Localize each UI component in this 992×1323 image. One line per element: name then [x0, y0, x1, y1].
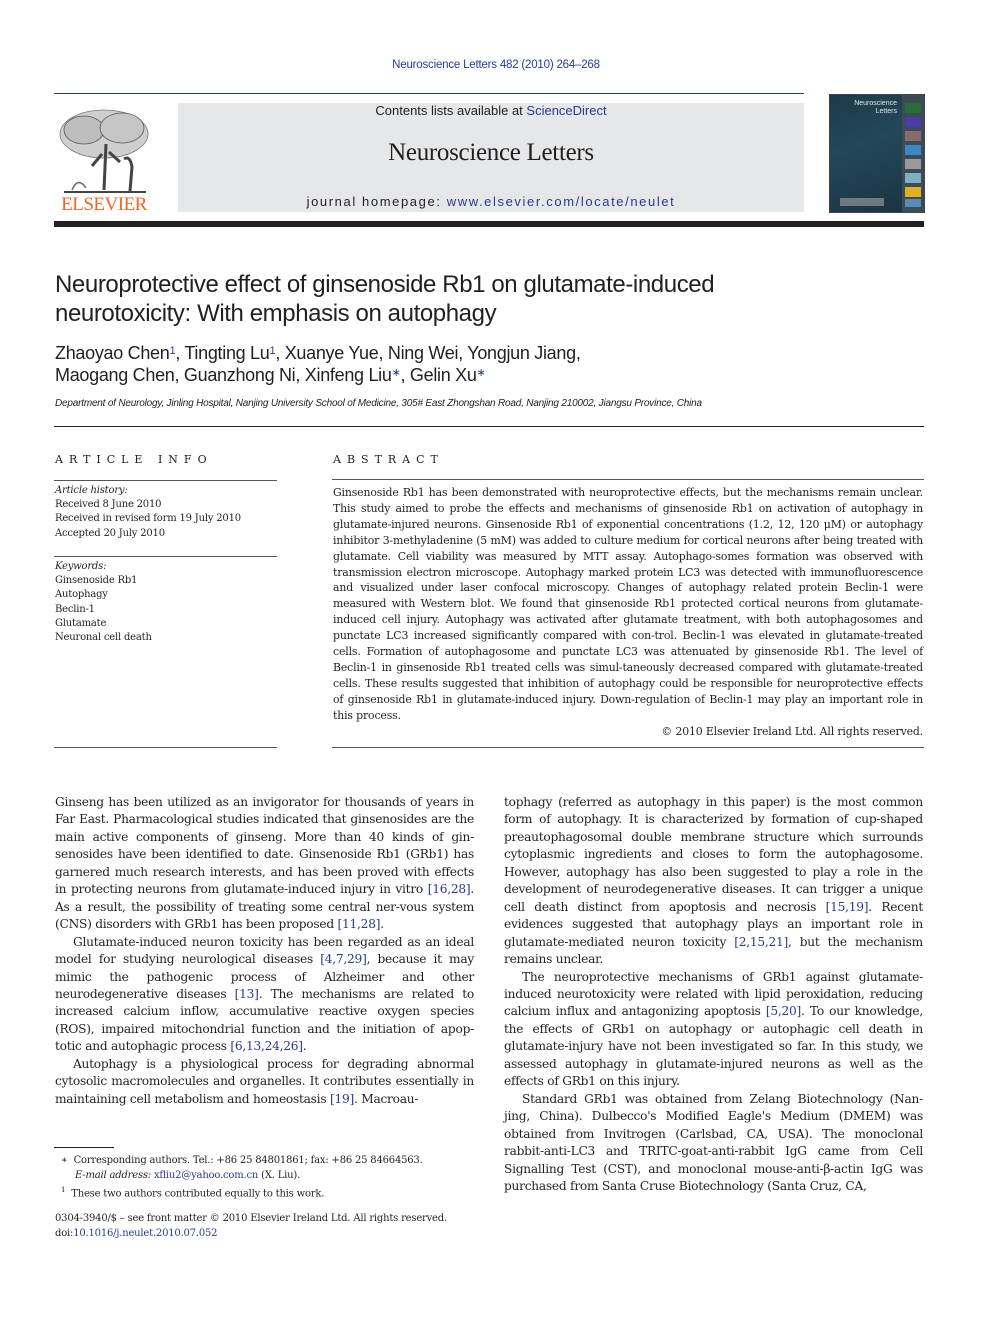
cover-thumb [905, 117, 921, 127]
keyword: Ginsenoside Rb1 [55, 575, 138, 587]
abstract-body: Ginsenoside Rb1 has been demonstrated wi… [333, 486, 923, 722]
publisher-name: ELSEVIER [61, 194, 147, 215]
citation-link[interactable]: [13] [235, 987, 259, 1001]
citation-link[interactable]: [15,19] [826, 900, 869, 914]
author: Tingting Lu [184, 343, 270, 363]
body-paragraph: Glutamate-induced neuron toxicity has be… [55, 934, 474, 1054]
section-rule [54, 426, 924, 427]
journal-citation[interactable]: Neuroscience Letters 482 (2010) 264–268 [0, 59, 992, 71]
body-paragraph: Ginseng has been utilized as an invigora… [55, 795, 474, 932]
divider [54, 556, 277, 557]
history-item: Received 8 June 2010 [55, 499, 162, 511]
author-footnote-mark[interactable]: 1 [169, 345, 175, 357]
body-column-left: Ginseng has been utilized as an invigora… [55, 794, 474, 1108]
journal-homepage: journal homepage: www.elsevier.com/locat… [306, 194, 676, 209]
footnote-rule [54, 1147, 114, 1148]
cover-thumb [905, 103, 921, 113]
contents-availability: Contents lists available at ScienceDirec… [375, 103, 607, 118]
keywords: Keywords: Ginsenoside Rb1 Autophagy Becl… [55, 560, 275, 645]
footnotes: ∗ Corresponding authors. Tel.: +86 25 84… [55, 1153, 475, 1201]
author: Xinfeng Liu [304, 365, 392, 385]
cover-thumb [905, 199, 921, 207]
affiliation: Department of Neurology, Jinling Hospita… [55, 398, 702, 409]
author-line-2: Maogang Chen, Guanzhong Ni, Xinfeng Liu∗… [55, 365, 486, 385]
doi-link[interactable]: 10.1016/j.neulet.2010.07.052 [73, 1228, 217, 1239]
author: Yongjun Jiang [467, 343, 576, 363]
journal-homepage-link[interactable]: www.elsevier.com/locate/neulet [447, 194, 676, 209]
cover-thumb [905, 131, 921, 141]
abstract-heading: ABSTRACT [333, 453, 444, 466]
citation-link[interactable]: [5,20] [766, 1004, 801, 1018]
keyword: Neuronal cell death [55, 632, 152, 644]
header-thick-rule [54, 221, 924, 227]
footnote-equal-contribution: 1 These two authors contributed equally … [61, 1186, 325, 1200]
history-item: Accepted 20 July 2010 [55, 527, 165, 539]
article-title: Neuroprotective effect of ginsenoside Rb… [55, 271, 715, 327]
divider [54, 480, 277, 481]
doi-line: doi:10.1016/j.neulet.2010.07.052 [55, 1228, 218, 1239]
publisher-logo[interactable]: ELSEVIER [54, 104, 154, 216]
corresponding-author-mark[interactable]: ∗ [392, 367, 401, 379]
author: Zhaoyao Chen [55, 343, 170, 363]
keyword: Beclin-1 [55, 603, 95, 615]
cover-thumb [905, 145, 921, 155]
author: Gelin Xu [409, 365, 477, 385]
keywords-label: Keywords: [55, 561, 107, 572]
body-paragraph: The neuroprotective mechanisms of GRb1 a… [504, 969, 923, 1089]
elsevier-tree-icon [59, 109, 149, 193]
citation-link[interactable]: [2,15,21] [734, 935, 788, 949]
article-history: Article history: Received 8 June 2010 Re… [55, 484, 275, 541]
body-column-right: tophagy (referred as autophagy in this p… [504, 794, 923, 1195]
body-paragraph: Autophagy is a physiological process for… [55, 1056, 474, 1106]
cover-thumb [905, 159, 921, 169]
citation-link[interactable]: [4,7,29] [320, 952, 367, 966]
keyword: Autophagy [55, 589, 108, 601]
cover-thumbnail-strip [902, 95, 924, 212]
body-paragraph: tophagy (referred as autophagy in this p… [504, 795, 923, 967]
footnote-corresponding: ∗ Corresponding authors. Tel.: +86 25 84… [61, 1155, 423, 1166]
divider [54, 747, 277, 748]
footnote-email: E-mail address: xfliu2@yahoo.com.cn (X. … [75, 1170, 301, 1181]
author: Maogang Chen [55, 365, 175, 385]
cover-thumb [905, 173, 921, 183]
divider [332, 479, 924, 480]
cover-bar [840, 198, 884, 206]
author-line-1: Zhaoyao Chen1, Tingting Lu1, Xuanye Yue,… [55, 343, 581, 363]
journal-masthead: Contents lists available at ScienceDirec… [178, 103, 804, 212]
divider [332, 747, 924, 748]
citation-link[interactable]: [6,13,24,26] [230, 1039, 303, 1053]
author: Guanzhong Ni [183, 365, 296, 385]
author-footnote-mark[interactable]: 1 [269, 345, 275, 357]
journal-cover-image[interactable]: Neuroscience Letters [829, 94, 925, 213]
sciencedirect-link[interactable]: ScienceDirect [526, 103, 606, 118]
journal-name: Neuroscience Letters [388, 139, 594, 166]
cover-title: Neuroscience Letters [854, 100, 897, 115]
header-rule [54, 93, 804, 94]
article-info-heading: ARTICLE INFO [55, 453, 213, 466]
abstract: Ginsenoside Rb1 has been demonstrated wi… [333, 485, 923, 740]
history-item: Received in revised form 19 July 2010 [55, 513, 241, 525]
corresponding-author-mark[interactable]: ∗ [477, 367, 486, 379]
history-label: Article history: [55, 485, 128, 496]
citation-link[interactable]: [19] [330, 1092, 354, 1106]
author-list: Zhaoyao Chen1, Tingting Lu1, Xuanye Yue,… [55, 342, 815, 386]
keyword: Glutamate [55, 617, 107, 629]
author: Ning Wei [387, 343, 459, 363]
issn-line: 0304-3940/$ – see front matter © 2010 El… [55, 1213, 447, 1224]
front-matter: 0304-3940/$ – see front matter © 2010 El… [55, 1211, 485, 1241]
cover-thumb [905, 187, 921, 197]
email-link[interactable]: xfliu2@yahoo.com.cn [154, 1170, 258, 1181]
author: Xuanye Yue [284, 343, 379, 363]
citation-link[interactable]: [11,28] [338, 917, 381, 931]
body-paragraph: Standard GRb1 was obtained from Zelang B… [504, 1091, 923, 1193]
abstract-copyright: © 2010 Elsevier Ireland Ltd. All rights … [661, 724, 923, 738]
citation-link[interactable]: [16,28] [428, 882, 471, 896]
